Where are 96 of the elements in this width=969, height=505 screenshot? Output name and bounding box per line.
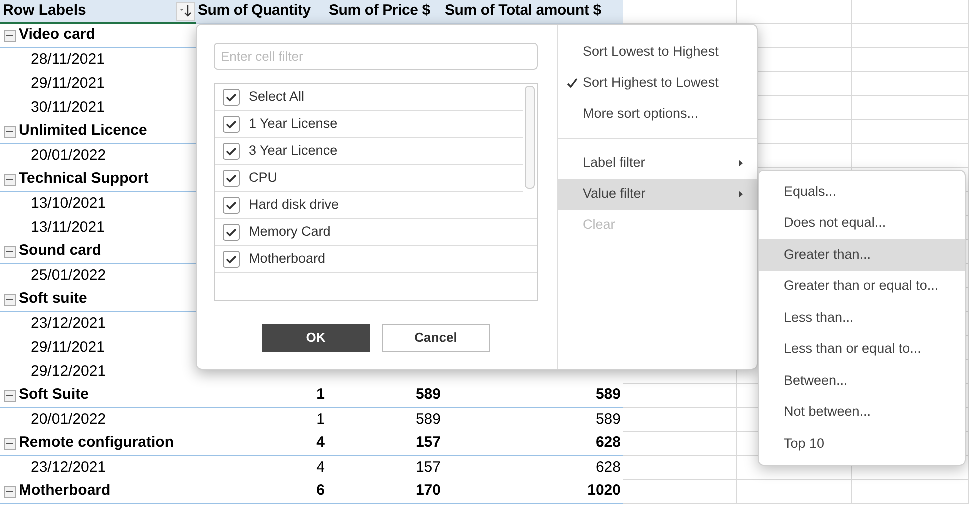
filter-list-item[interactable]: Motherboard	[215, 246, 537, 273]
empty-cell[interactable]	[737, 480, 852, 504]
empty-cell[interactable]	[623, 432, 737, 456]
menu-item[interactable]: Top 10	[759, 428, 965, 460]
filter-list-item[interactable]: CPU	[215, 165, 523, 192]
menu-item[interactable]: Less than or equal to...	[759, 334, 965, 365]
collapse-icon[interactable]	[4, 390, 16, 402]
empty-cell[interactable]	[852, 48, 969, 72]
filter-list-item[interactable]: 1 Year License	[215, 111, 523, 138]
empty-cell[interactable]	[623, 456, 737, 480]
table-cell-text: 628	[596, 458, 621, 478]
checkbox[interactable]	[223, 224, 240, 240]
table-cell-text: 170	[416, 481, 441, 502]
group-label: Unlimited Licence	[19, 121, 148, 142]
table-cell-text: 589	[596, 385, 621, 406]
menu-item: Clear	[582, 216, 616, 234]
checkbox[interactable]	[223, 250, 240, 268]
menu-item[interactable]: Does not equal...	[759, 208, 965, 239]
collapse-icon[interactable]	[4, 30, 16, 42]
empty-cell[interactable]	[623, 408, 737, 432]
row-label: 23/12/2021	[31, 314, 106, 334]
row-label: 13/10/2021	[31, 194, 106, 214]
row-label: 29/11/2021	[31, 338, 105, 358]
table-cell-text: 157	[416, 433, 441, 454]
menu-item[interactable]: Greater than...	[759, 239, 965, 270]
empty-cell[interactable]	[852, 96, 969, 120]
group-label: Motherboard	[19, 481, 111, 502]
row-label: 25/01/2022	[31, 266, 106, 286]
menu-item[interactable]: Not between...	[759, 396, 965, 428]
table-cell-text: 1020	[588, 481, 621, 502]
collapse-icon[interactable]	[4, 294, 16, 306]
table-cell-text: 589	[596, 410, 621, 430]
row-label: 20/01/2022	[31, 146, 106, 166]
menu-item[interactable]: Label filter	[558, 148, 757, 179]
menu-item[interactable]: Value filter	[558, 179, 757, 210]
collapse-icon[interactable]	[4, 174, 16, 186]
table-cell-text: 1	[316, 410, 325, 430]
filter-list-item[interactable]: Memory Card	[215, 219, 537, 246]
group-label: Soft suite	[19, 289, 88, 310]
table-cell-text: 4	[316, 433, 325, 454]
menu-item[interactable]: Between...	[759, 365, 965, 396]
table-cell-text: 589	[416, 385, 441, 406]
row-label: 23/12/2021	[31, 458, 106, 478]
empty-cell[interactable]	[852, 480, 969, 504]
ok-button[interactable]: OK	[262, 324, 370, 352]
checkbox[interactable]	[223, 196, 240, 214]
menu-item[interactable]: Sort Highest to Lowest	[558, 68, 757, 99]
column-header: Sum of Price $	[329, 1, 430, 22]
menu-item[interactable]: Equals...	[759, 176, 965, 208]
table-cell-text: 589	[416, 410, 441, 430]
table-cell-text: 4	[316, 458, 325, 478]
filter-list-item[interactable]: Select All	[215, 84, 523, 111]
cancel-button[interactable]: Cancel	[382, 324, 490, 352]
cell-filter-field[interactable]: Enter cell filter	[214, 43, 538, 70]
filter-list-item[interactable]: 3 Year Licence	[215, 138, 523, 165]
filter-list-item[interactable]: Hard disk drive	[215, 192, 537, 219]
collapse-icon[interactable]	[4, 438, 16, 450]
empty-cell[interactable]	[852, 72, 969, 96]
menu-item[interactable]: Greater than or equal to...	[759, 270, 965, 302]
empty-cell[interactable]	[852, 24, 969, 48]
group-label: Sound card	[19, 241, 102, 262]
checkbox[interactable]	[223, 116, 240, 132]
row-label: 28/11/2021	[31, 50, 105, 70]
table-cell-text: 6	[316, 481, 325, 502]
menu-item[interactable]: More sort options...	[558, 99, 757, 130]
table-cell-text: 1	[316, 385, 325, 406]
row-label: 29/12/2021	[31, 362, 106, 382]
column-header: Row Labels	[3, 0, 88, 21]
empty-cell[interactable]	[623, 480, 737, 504]
row-label: 30/11/2021	[31, 98, 105, 118]
collapse-icon[interactable]	[4, 126, 16, 138]
row-label: 29/11/2021	[31, 74, 105, 94]
group-label: Technical Support	[19, 169, 149, 190]
column-header: Sum of Quantity	[198, 1, 311, 22]
checkbox[interactable]	[223, 170, 240, 186]
collapse-icon[interactable]	[4, 246, 16, 258]
group-label: Soft Suite	[19, 385, 89, 406]
row-label: 20/01/2022	[31, 410, 106, 430]
checkbox[interactable]	[223, 142, 240, 160]
menu-item[interactable]: Less than...	[759, 302, 965, 334]
filter-dropdown-button[interactable]	[176, 2, 195, 20]
empty-cell[interactable]	[852, 144, 969, 168]
column-header: Sum of Total amount $	[445, 1, 602, 22]
table-cell-text: 157	[416, 458, 441, 478]
sort-filter-icon	[178, 4, 192, 18]
menu-item[interactable]: Sort Lowest to Highest	[558, 37, 757, 68]
table-cell-text: 628	[596, 433, 621, 454]
empty-cell[interactable]	[623, 384, 737, 408]
collapse-icon[interactable]	[4, 486, 16, 498]
group-label: Remote configuration	[19, 433, 174, 454]
row-label: 13/11/2021	[31, 218, 105, 238]
empty-cell[interactable]	[852, 120, 969, 144]
checkbox[interactable]	[223, 88, 240, 106]
scrollbar-thumb[interactable]	[525, 86, 535, 189]
group-label: Video card	[19, 25, 96, 46]
empty-cell[interactable]	[852, 0, 969, 24]
